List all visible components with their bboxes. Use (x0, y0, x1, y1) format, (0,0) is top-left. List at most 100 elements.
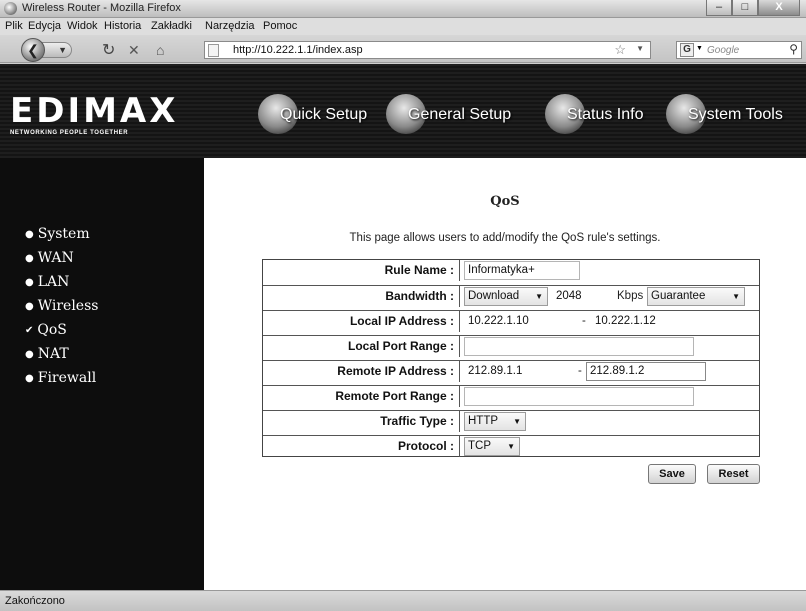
check-icon: ✔ (25, 325, 34, 336)
local-port-row: Local Port Range : (263, 335, 759, 357)
reset-button[interactable]: Reset (707, 464, 760, 484)
search-box[interactable]: G ▼ Google ⚲ (676, 41, 802, 59)
nav-label: General Setup (408, 106, 512, 123)
sidebar-item-qos[interactable]: ✔ QoS (25, 322, 67, 338)
menu-widok[interactable]: Widok (67, 20, 98, 32)
url-dropdown-icon[interactable]: ▼ (636, 44, 644, 53)
main-content: QoS This page allows users to add/modify… (204, 158, 806, 590)
browser-window: Wireless Router - Mozilla Firefox – □ X … (0, 0, 806, 611)
rule-name-input[interactable]: Informatyka+ (464, 261, 580, 280)
bullet-icon: ● (25, 253, 34, 264)
traffic-type-value: HTTP (468, 415, 499, 427)
direction-value: Download (468, 290, 520, 302)
router-header: EDIMAX NETWORKING PEOPLE TOGETHER Quick … (0, 64, 806, 158)
menu-zakladki[interactable]: Zakładki (151, 20, 192, 32)
remote-ip-label: Remote IP Address : (263, 361, 460, 382)
bandwidth-mode-select[interactable]: Guarantee ▼ (647, 287, 745, 306)
google-icon[interactable]: G (680, 43, 694, 57)
chevron-down-icon: ▼ (513, 417, 521, 426)
logo-text: EDIMAX (10, 91, 179, 131)
menu-edycja[interactable]: Edycja (28, 20, 61, 32)
search-placeholder: Google (707, 45, 740, 56)
bullet-icon: ● (25, 229, 34, 240)
navigation-toolbar: ▼ ❮ ↻ ✕ ⌂ http://10.222.1.1/index.asp ☆ … (0, 35, 806, 63)
bandwidth-unit: Kbps (617, 290, 644, 302)
bandwidth-label: Bandwidth : (263, 286, 460, 307)
remote-ip-to-input[interactable]: 212.89.1.2 (586, 362, 706, 381)
search-engine-dropdown-icon[interactable]: ▼ (696, 45, 703, 52)
window-title: Wireless Router - Mozilla Firefox (22, 2, 181, 14)
sidebar-item-lan[interactable]: ● LAN (25, 274, 69, 290)
protocol-row: Protocol : TCP ▼ (263, 435, 759, 457)
nav-label: Quick Setup (280, 106, 368, 123)
local-ip-to-input[interactable]: 10.222.1.12 (591, 312, 701, 331)
local-port-label: Local Port Range : (263, 336, 460, 357)
home-icon[interactable]: ⌂ (156, 42, 164, 58)
menu-pomoc[interactable]: Pomoc (263, 20, 297, 32)
mode-value: Guarantee (651, 290, 706, 302)
address-bar[interactable]: http://10.222.1.1/index.asp ☆ ▼ (204, 41, 651, 59)
nav-label: Status Info (567, 106, 644, 123)
forward-button[interactable]: ▼ (42, 42, 72, 58)
traffic-type-row: Traffic Type : HTTP ▼ (263, 410, 759, 432)
reload-icon[interactable]: ↻ (102, 40, 115, 60)
page-description: This page allows users to add/modify the… (349, 232, 661, 244)
qos-form-table: Rule Name : Informatyka+ Bandwidth : Dow… (262, 259, 760, 457)
sidebar-item-nat[interactable]: ● NAT (25, 346, 69, 362)
chevron-down-icon: ▼ (732, 292, 740, 301)
minimize-button[interactable]: – (706, 0, 732, 16)
rule-name-label: Rule Name : (263, 260, 460, 281)
bullet-icon: ● (25, 349, 34, 360)
local-ip-label: Local IP Address : (263, 311, 460, 332)
menu-narzedzia[interactable]: Narzędzia (205, 20, 255, 32)
sidebar-item-label: Firewall (37, 370, 97, 386)
window-controls: – □ X (706, 0, 800, 16)
remote-port-input[interactable] (464, 387, 694, 406)
page-title: QoS (490, 194, 520, 209)
chevron-down-icon: ▼ (535, 292, 543, 301)
close-button[interactable]: X (758, 0, 800, 16)
menu-plik[interactable]: Plik (5, 20, 23, 32)
save-button[interactable]: Save (648, 464, 696, 484)
bullet-icon: ● (25, 277, 34, 288)
rule-name-row: Rule Name : Informatyka+ (263, 260, 759, 282)
sidebar-item-label: Wireless (37, 298, 99, 314)
sidebar-item-label: WAN (37, 250, 74, 266)
bandwidth-input[interactable]: 2048 (552, 287, 612, 306)
sidebar-item-label: NAT (37, 346, 69, 362)
bullet-icon: ● (25, 373, 34, 384)
protocol-select[interactable]: TCP ▼ (464, 437, 520, 456)
menu-historia[interactable]: Historia (104, 20, 141, 32)
status-text: Zakończono (5, 595, 65, 607)
firefox-icon (4, 2, 17, 15)
stop-icon[interactable]: ✕ (128, 42, 140, 59)
bookmark-star-icon[interactable]: ☆ (614, 42, 626, 58)
sidebar-item-wireless[interactable]: ● Wireless (25, 298, 98, 314)
ip-separator: - (578, 365, 582, 377)
local-ip-row: Local IP Address : 10.222.1.10 - 10.222.… (263, 310, 759, 332)
sidebar-item-label: QoS (37, 322, 67, 338)
maximize-button[interactable]: □ (732, 0, 758, 16)
sidebar-item-system[interactable]: ● System (25, 226, 90, 242)
remote-ip-row: Remote IP Address : 212.89.1.1 - 212.89.… (263, 360, 759, 382)
title-bar: Wireless Router - Mozilla Firefox – □ X (0, 0, 806, 18)
local-ip-from-input[interactable]: 10.222.1.10 (464, 312, 572, 331)
bullet-icon: ● (25, 301, 34, 312)
back-button[interactable]: ❮ (21, 38, 45, 62)
chevron-down-icon: ▼ (507, 442, 515, 451)
edimax-logo: EDIMAX NETWORKING PEOPLE TOGETHER (10, 94, 178, 136)
bandwidth-row: Bandwidth : Download ▼ 2048 Kbps Guarante… (263, 285, 759, 307)
protocol-label: Protocol : (263, 436, 460, 457)
protocol-value: TCP (468, 440, 491, 452)
remote-ip-from-input[interactable]: 212.89.1.1 (464, 362, 572, 381)
sidebar-item-label: LAN (37, 274, 70, 290)
local-port-input[interactable] (464, 337, 694, 356)
sidebar-item-label: System (37, 226, 90, 242)
web-page: EDIMAX NETWORKING PEOPLE TOGETHER Quick … (0, 64, 806, 590)
sidebar-item-wan[interactable]: ● WAN (25, 250, 74, 266)
search-icon[interactable]: ⚲ (789, 42, 798, 56)
traffic-type-select[interactable]: HTTP ▼ (464, 412, 526, 431)
direction-select[interactable]: Download ▼ (464, 287, 548, 306)
sidebar-item-firewall[interactable]: ● Firewall (25, 370, 96, 386)
nav-label: System Tools (688, 106, 783, 123)
